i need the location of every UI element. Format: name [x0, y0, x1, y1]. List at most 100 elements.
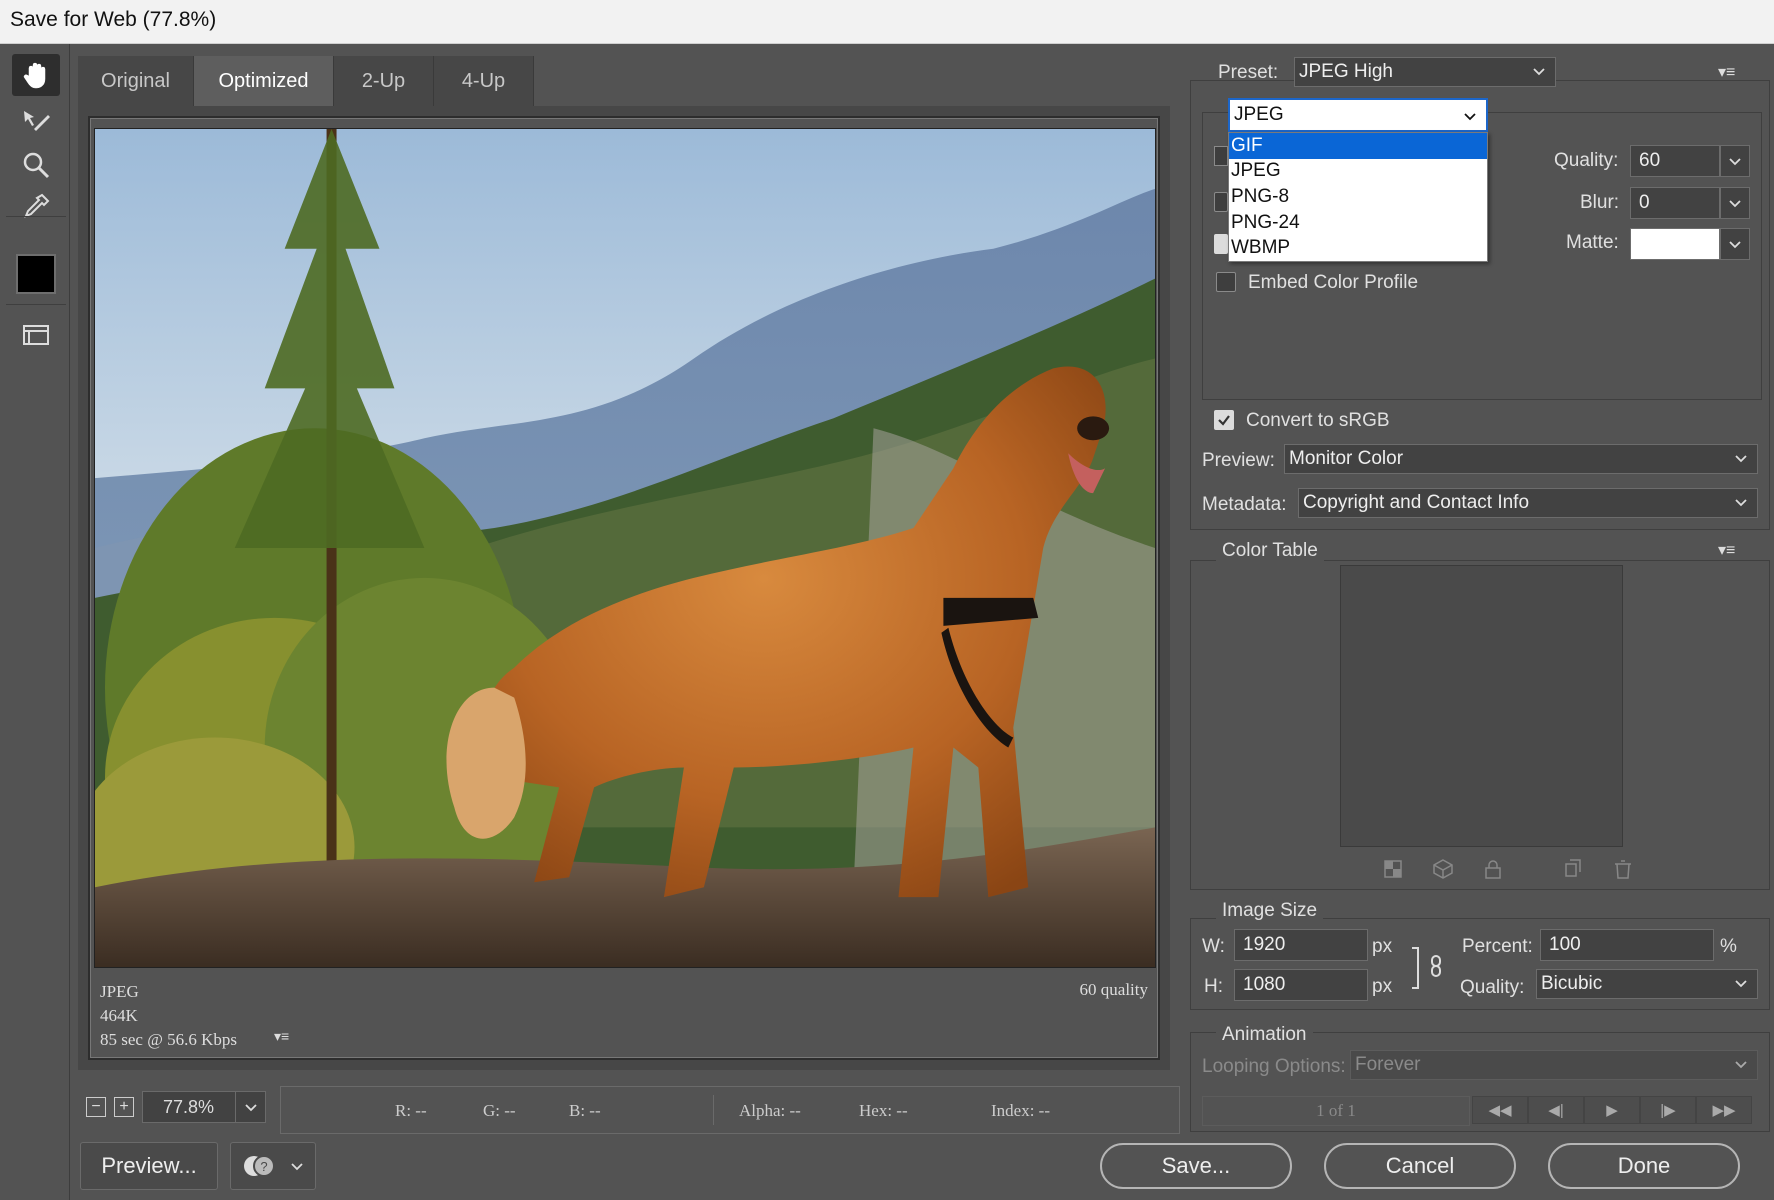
zoom-icon[interactable] — [12, 144, 60, 186]
tab-optimized[interactable]: Optimized — [194, 56, 334, 106]
view-tabs: Original Optimized 2-Up 4-Up — [78, 56, 1178, 106]
toggle-slices-icon[interactable] — [12, 314, 60, 356]
color-table-title: Color Table — [1216, 540, 1324, 562]
tab-original[interactable]: Original — [78, 56, 194, 106]
color-table-menu-icon[interactable]: ▾≡ — [1718, 540, 1735, 560]
preset-label: Preset: — [1218, 62, 1279, 83]
format-option-png-8[interactable]: PNG-8 — [1229, 184, 1487, 210]
download-rate-menu-icon[interactable]: ▾≡ — [274, 1028, 289, 1045]
resample-quality-label: Quality: — [1460, 977, 1525, 998]
optimize-menu-icon[interactable]: ▾≡ — [1718, 62, 1735, 82]
metadata-select[interactable]: Copyright and Contact Info — [1298, 488, 1758, 518]
hidden-field-edge — [1214, 146, 1228, 166]
zoom-out-button[interactable]: − — [86, 1097, 106, 1117]
zoom-in-button[interactable]: + — [114, 1097, 134, 1117]
index-value: Index: -- — [991, 1101, 1051, 1120]
zoom-level-value: 77.8% — [163, 1096, 215, 1117]
download-time-text: 85 sec @ 56.6 Kbps — [100, 1030, 238, 1049]
percent-label: Percent: — [1462, 936, 1533, 957]
lock-icon[interactable] — [1482, 858, 1504, 880]
next-frame-icon[interactable]: |▶ — [1640, 1096, 1696, 1124]
blue-value: B: -- — [569, 1101, 601, 1120]
chevron-down-icon — [1735, 455, 1747, 463]
first-frame-icon[interactable]: ◀◀ — [1472, 1096, 1528, 1124]
tab-2-up[interactable]: 2-Up — [334, 56, 434, 106]
format-option-png-24[interactable]: PNG-24 — [1229, 210, 1487, 236]
pixel-info-bar: R: -- G: -- B: -- Alpha: -- Hex: -- Inde… — [280, 1086, 1180, 1134]
embed-color-profile-label: Embed Color Profile — [1248, 272, 1419, 293]
color-table-swatches[interactable] — [1340, 565, 1623, 847]
divider — [713, 1095, 714, 1125]
eyedropper-color-swatch[interactable] — [16, 254, 56, 294]
toolbar-divider — [6, 304, 66, 305]
blur-slider-toggle[interactable] — [1720, 187, 1750, 219]
matte-dropdown[interactable] — [1720, 228, 1750, 260]
play-icon[interactable]: ▶ — [1584, 1096, 1640, 1124]
hand-tool-icon[interactable] — [12, 54, 60, 96]
convert-srgb-checkbox[interactable] — [1214, 410, 1234, 430]
svg-text:?: ? — [260, 1159, 267, 1174]
eyedropper-icon[interactable] — [12, 186, 60, 228]
last-frame-icon[interactable]: ▶▶ — [1696, 1096, 1752, 1124]
zoom-level-select[interactable]: 77.8% — [142, 1091, 266, 1123]
quality-slider-toggle[interactable] — [1720, 145, 1750, 177]
embed-color-profile-checkbox[interactable] — [1216, 272, 1236, 292]
width-field[interactable]: 1920 — [1234, 929, 1368, 961]
file-format-text: JPEG — [100, 982, 139, 1001]
trash-icon[interactable] — [1612, 858, 1634, 880]
hex-value: Hex: -- — [859, 1101, 908, 1120]
matte-color-swatch[interactable] — [1630, 228, 1720, 260]
quality-field[interactable]: 60 — [1630, 145, 1720, 177]
format-option-wbmp[interactable]: WBMP — [1229, 235, 1487, 261]
link-dimensions-icon[interactable] — [1410, 944, 1444, 992]
preview-select[interactable]: Monitor Color — [1284, 444, 1758, 474]
chevron-down-icon — [1735, 1061, 1747, 1069]
slice-select-icon[interactable] — [12, 100, 60, 142]
resample-quality-value: Bicubic — [1541, 973, 1603, 994]
preview-frame: JPEG 464K 85 sec @ 56.6 Kbps 60 quality … — [78, 106, 1170, 1070]
preview-button[interactable]: Preview... — [80, 1142, 218, 1190]
toolbar-divider — [6, 216, 66, 217]
cancel-button[interactable]: Cancel — [1324, 1143, 1516, 1189]
progressive-checkbox[interactable] — [1214, 192, 1228, 212]
format-option-gif[interactable]: GIF — [1229, 133, 1487, 159]
optimization-info: JPEG 464K 85 sec @ 56.6 Kbps — [100, 980, 237, 1052]
optimized-preview-panel: JPEG 464K 85 sec @ 56.6 Kbps 60 quality … — [88, 116, 1160, 1060]
animation-title: Animation — [1216, 1024, 1313, 1046]
chevron-down-icon[interactable] — [235, 1092, 265, 1122]
globe-icon: ? — [244, 1155, 275, 1177]
preset-select[interactable]: JPEG High — [1294, 57, 1556, 87]
new-color-icon[interactable] — [1562, 858, 1584, 880]
looping-options-select[interactable]: Forever — [1350, 1050, 1758, 1080]
optimized-image-preview[interactable] — [94, 128, 1156, 968]
resample-quality-select[interactable]: Bicubic — [1536, 969, 1758, 999]
done-button[interactable]: Done — [1548, 1143, 1740, 1189]
blur-field[interactable]: 0 — [1630, 187, 1720, 219]
height-label: H: — [1204, 976, 1223, 997]
green-value: G: -- — [483, 1101, 516, 1120]
width-unit: px — [1372, 936, 1393, 957]
file-format-select[interactable]: JPEG — [1228, 98, 1488, 132]
width-label: W: — [1202, 936, 1225, 957]
metadata-label: Metadata: — [1202, 494, 1287, 515]
chevron-down-icon — [291, 1163, 303, 1171]
optimized-checkbox[interactable] — [1214, 234, 1228, 254]
frame-counter: 1 of 1 — [1202, 1096, 1470, 1126]
web-shift-icon[interactable] — [1432, 858, 1454, 880]
percent-field[interactable]: 100 — [1540, 929, 1714, 961]
map-transparency-icon[interactable] — [1382, 858, 1404, 880]
quality-info-text: 60 quality — [1079, 980, 1148, 999]
browser-preview-button[interactable]: ? — [230, 1142, 316, 1190]
format-option-jpeg[interactable]: JPEG — [1229, 159, 1487, 185]
chevron-down-icon — [1464, 113, 1476, 121]
save-button[interactable]: Save... — [1100, 1143, 1292, 1189]
previous-frame-icon[interactable]: ◀| — [1528, 1096, 1584, 1124]
height-field[interactable]: 1080 — [1234, 969, 1368, 1001]
image-size-title: Image Size — [1216, 900, 1324, 922]
tab-4-up[interactable]: 4-Up — [434, 56, 534, 106]
chevron-down-icon — [1735, 980, 1747, 988]
preview-label: Preview: — [1202, 450, 1275, 471]
window-title: Save for Web (77.8%) — [10, 8, 217, 31]
quality-label: Quality: — [1554, 150, 1619, 171]
percent-unit: % — [1720, 936, 1737, 957]
